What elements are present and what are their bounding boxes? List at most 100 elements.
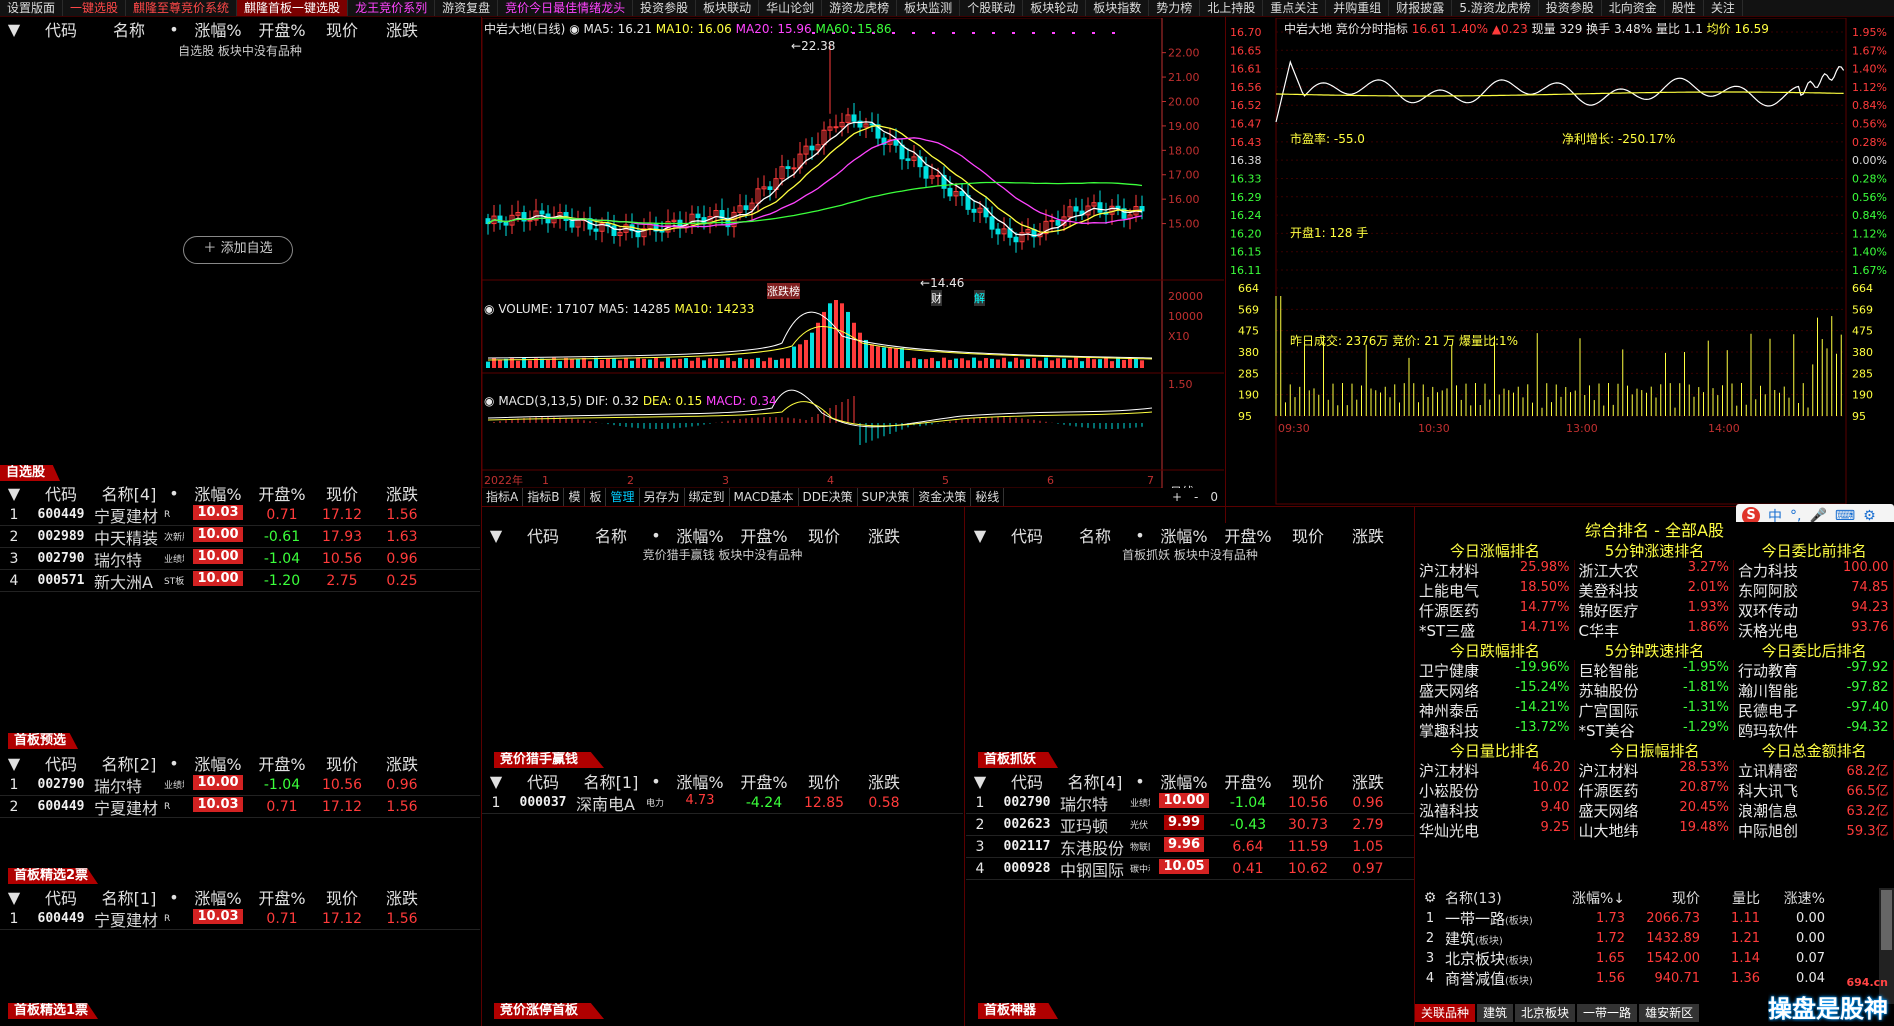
stock-code[interactable]: 002790 [28, 777, 94, 792]
table-row[interactable]: 1002790瑞尔特业绩增长10.00-1.0410.560.96 [0, 774, 480, 796]
section-tab-shenqi[interactable]: 首板神器 [978, 1003, 1058, 1019]
sector-tab[interactable]: 北京板块 [1515, 1004, 1576, 1022]
circle-icon[interactable]: ◉ [484, 394, 494, 408]
sector-row[interactable]: 2 建筑(板块) 1.72 1432.89 1.21 0.00 [1415, 928, 1879, 948]
ranking-cell[interactable]: *ST三盛 14.71% [1415, 620, 1575, 640]
toolbar-item[interactable]: 另存为 [640, 488, 685, 506]
ranking-cell[interactable]: 科大讯飞 66.5亿 [1734, 780, 1894, 800]
table-row[interactable]: 4000928中钢国际碳中和10.050.4110.620.97 [966, 858, 1414, 880]
tab-item[interactable]: 财报披露 [1389, 0, 1453, 16]
ranking-cell[interactable]: 掌趣科技 -13.72% [1415, 720, 1575, 740]
tab-item[interactable]: 竞价今日最佳情绪龙头 [498, 0, 634, 16]
zoom-button[interactable]: - [1188, 488, 1204, 506]
tab-item[interactable]: 投资参股 [633, 0, 697, 16]
toolbar-item[interactable]: MACD基本 [730, 488, 799, 506]
ranking-cell[interactable]: 沪江材料 25.98% [1415, 560, 1575, 580]
stock-name[interactable]: 深南电A [576, 791, 646, 815]
table-row[interactable]: 2002989中天精装次新股10.00-0.6117.931.63 [0, 526, 480, 548]
circle-icon[interactable]: ◉ [484, 302, 494, 316]
toolbar-item[interactable]: 指标B [523, 488, 565, 506]
tab-item[interactable]: 一键选股 [63, 0, 127, 16]
stock-name[interactable]: 瑞尔特 [94, 547, 164, 571]
tab-item[interactable]: 华山论剑 [759, 0, 823, 16]
stock-name[interactable]: 瑞尔特 [1060, 791, 1130, 815]
toolbar-item[interactable]: DDE决策 [799, 488, 858, 506]
intraday-chart[interactable]: 16.70 1.95% 16.65 1.67% 16.61 1.40% 16.56 1.12%… [1226, 18, 1894, 506]
event-marker[interactable]: 财 [931, 290, 942, 306]
ranking-cell[interactable]: 浙江大农 3.27% [1575, 560, 1734, 580]
table-row[interactable]: 3002790瑞尔特业绩增长10.00-1.0410.560.96 [0, 548, 480, 570]
ranking-cell[interactable]: 美登科技 2.01% [1575, 580, 1734, 600]
sector-tab[interactable]: 建筑 [1477, 1004, 1514, 1022]
ranking-cell[interactable]: 鸥玛软件 -94.32 [1734, 720, 1894, 740]
ranking-cell[interactable]: 沪江材料 46.20 [1415, 760, 1575, 780]
col-price[interactable]: 现价 [312, 18, 372, 41]
stock-name[interactable]: 宁夏建材 [94, 795, 164, 819]
stock-code[interactable]: 002623 [994, 817, 1060, 832]
sort-arrow-icon[interactable]: ▼ [482, 526, 510, 545]
stock-name[interactable]: 东港股份 [1060, 835, 1130, 859]
ranking-cell[interactable]: 仟源医药 20.87% [1575, 780, 1734, 800]
sort-arrow-icon[interactable]: ▼ [0, 754, 28, 773]
ranking-cell[interactable]: 合力科技 100.00 [1734, 560, 1894, 580]
ranking-cell[interactable]: 盛天网络 20.45% [1575, 800, 1734, 820]
sector-tab[interactable]: 一带一路 [1577, 1004, 1638, 1022]
sector-tab[interactable]: 关联品种 [1415, 1004, 1476, 1022]
event-marker[interactable]: 解 [974, 290, 985, 306]
table-row[interactable]: 1 600449 宁夏建材 R 10.03 0.71 17.12 1.56 [0, 504, 480, 526]
ranking-cell[interactable]: 华灿光电 9.25 [1415, 820, 1575, 840]
ranking-cell[interactable]: 苏轴股份 -1.81% [1575, 680, 1734, 700]
scrollbar-thumb[interactable] [1881, 890, 1892, 950]
ranking-cell[interactable]: 卫宁健康 -19.96% [1415, 660, 1575, 680]
ranking-cell[interactable]: 双环传动 94.23 [1734, 600, 1894, 620]
stock-name[interactable]: 中钢国际 [1060, 857, 1130, 881]
table-row[interactable]: 1 600449 宁夏建材 R 10.03 0.71 17.12 1.56 [0, 908, 480, 930]
ranking-cell[interactable]: 广宫国际 -1.31% [1575, 700, 1734, 720]
tab-item[interactable]: 游资龙虎榜 [822, 0, 898, 16]
ranking-cell[interactable]: 瀚川智能 -97.82 [1734, 680, 1894, 700]
stock-name[interactable]: 亚玛顿 [1060, 813, 1130, 837]
stock-name[interactable]: 宁夏建材 [94, 503, 164, 527]
toolbar-item[interactable]: 模 [564, 488, 586, 506]
toolbar-item[interactable]: 管理 [606, 488, 640, 506]
tab-item[interactable]: 麒隆至尊竞价系统 [126, 0, 238, 16]
ranking-cell[interactable]: 沃格光电 93.76 [1734, 620, 1894, 640]
stock-code[interactable]: 002989 [28, 529, 94, 544]
col-diff[interactable]: 涨跌 [372, 18, 432, 41]
ranking-cell[interactable]: 巨轮智能 -1.95% [1575, 660, 1734, 680]
ranking-cell[interactable]: 小崧股份 10.02 [1415, 780, 1575, 800]
toolbar-item[interactable]: 板 [585, 488, 607, 506]
tab-item[interactable]: 麒隆首板一键选股 [237, 0, 349, 16]
event-marker[interactable]: 涨跌榜 [767, 283, 800, 299]
sort-arrow-icon[interactable]: ▼ [0, 20, 28, 39]
ranking-heading[interactable]: 5分钟跌速排名 [1575, 640, 1733, 661]
kline-chart[interactable]: 22.00 21.00 20.00 19.00 18.00 17.00 16.00 15.00… [482, 18, 1224, 505]
tab-item[interactable]: 投资参股 [1539, 0, 1602, 16]
ranking-cell[interactable]: 中际旭创 59.3亿 [1734, 820, 1894, 840]
ranking-heading[interactable]: 今日量比排名 [1416, 740, 1574, 761]
ranking-cell[interactable]: 立讯精密 68.2亿 [1734, 760, 1894, 780]
ranking-cell[interactable]: 泓禧科技 9.40 [1415, 800, 1575, 820]
tab-item[interactable]: 板块指数 [1086, 0, 1150, 16]
sector-row[interactable]: 3 北京板块(板块) 1.65 1542.00 1.14 0.07 [1415, 948, 1879, 968]
tab-item[interactable]: 股性 [1665, 0, 1704, 16]
gear-icon[interactable]: ⚙ [1415, 890, 1445, 906]
sort-arrow-icon[interactable]: ▼ [0, 888, 28, 907]
sector-tab[interactable]: 雄安新区 [1639, 1004, 1700, 1022]
stock-name[interactable]: 新大洲A [94, 569, 164, 593]
sort-arrow-icon[interactable]: ▼ [966, 526, 994, 545]
tab-item[interactable]: 北向资金 [1602, 0, 1665, 16]
sort-arrow-icon[interactable]: ▼ [482, 772, 510, 791]
sector-row[interactable]: 1 一带一路(板块) 1.73 2066.73 1.11 0.00 [1415, 908, 1879, 928]
table-row[interactable]: 1 000037 深南电A 电力 4.73 -4.24 12.85 0.58 [482, 792, 963, 814]
toolbar-item[interactable]: SUP决策 [858, 488, 915, 506]
col-open[interactable]: 开盘% [252, 18, 312, 41]
section-tab-zhuayao[interactable]: 首板抓妖 [978, 752, 1058, 768]
table-row[interactable]: 3002117东港股份物联网9.966.6411.591.05 [966, 836, 1414, 858]
tab-item[interactable]: 龙王竞价系列 [348, 0, 436, 16]
stock-name[interactable]: 宁夏建材 [94, 907, 164, 931]
tab-item[interactable]: 北上持股 [1200, 0, 1264, 16]
ranking-cell[interactable]: 行动教育 -97.92 [1734, 660, 1894, 680]
col-code[interactable]: 代码 [28, 18, 94, 41]
stock-code[interactable]: 000571 [28, 573, 94, 588]
